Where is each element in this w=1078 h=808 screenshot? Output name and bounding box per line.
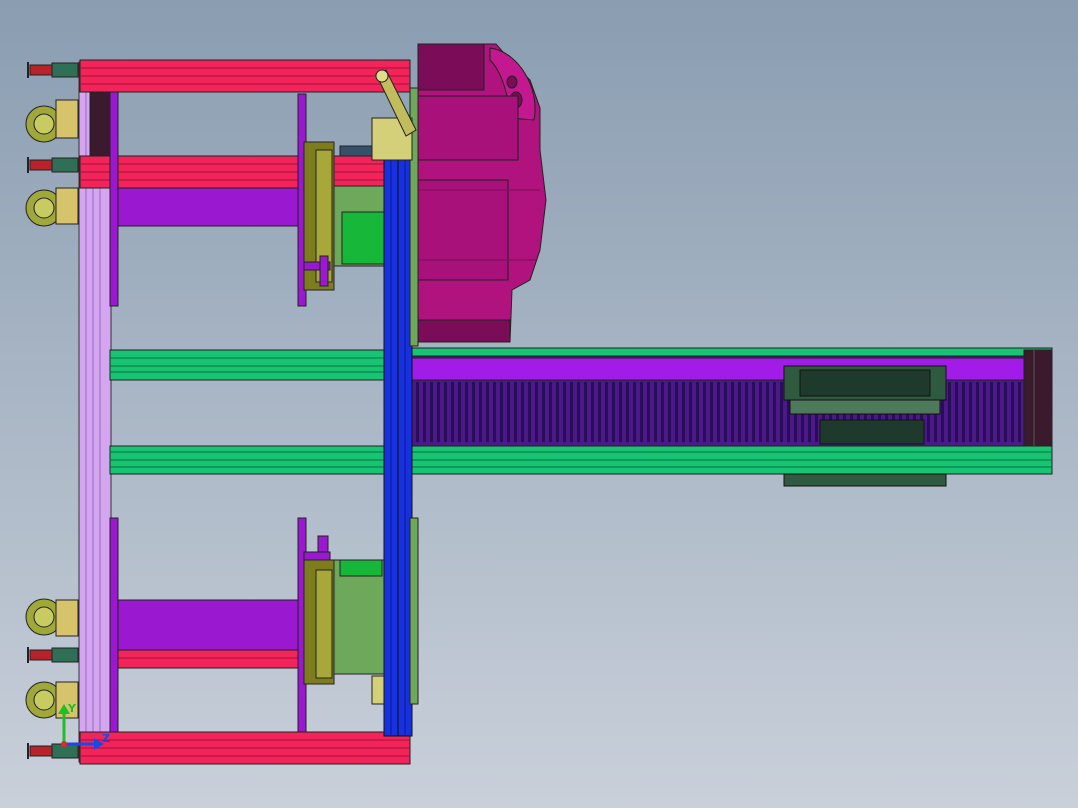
conveyor-slat <box>563 382 566 442</box>
conveyor-slat <box>696 382 699 442</box>
conveyor-slat <box>479 382 482 442</box>
violet-plate-lower <box>109 517 307 733</box>
conveyor-slat <box>430 382 433 442</box>
conveyor-slat <box>689 382 692 442</box>
conveyor-slat <box>626 382 629 442</box>
conveyor-slat <box>1011 382 1014 442</box>
conveyor-slat <box>990 382 993 442</box>
conveyor-slat <box>605 382 608 442</box>
conveyor-slat <box>983 382 986 442</box>
conveyor-slat <box>458 382 461 442</box>
green-rail-main <box>109 445 1053 475</box>
conveyor-slat <box>619 382 622 442</box>
conveyor-end-cap <box>1023 349 1053 447</box>
conveyor-slat <box>570 382 573 442</box>
conveyor-slat <box>598 382 601 442</box>
conveyor-slat <box>556 382 559 442</box>
flange-lower <box>303 535 335 685</box>
conveyor-slat <box>542 382 545 442</box>
conveyor-slat <box>997 382 1000 442</box>
conveyor-slat <box>675 382 678 442</box>
conveyor-slat <box>577 382 580 442</box>
conveyor-slat <box>969 382 972 442</box>
conveyor-slat <box>640 382 643 442</box>
flange-upper <box>303 141 335 291</box>
conveyor-slat <box>535 382 538 442</box>
leveling-foot-top-2 <box>27 157 79 173</box>
conveyor-slat <box>1004 382 1007 442</box>
conveyor-slat <box>731 382 734 442</box>
conveyor-slat <box>472 382 475 442</box>
leveling-foot-bottom-1 <box>27 647 79 663</box>
conveyor-slat <box>710 382 713 442</box>
conveyor-slat <box>752 382 755 442</box>
conveyor-slat <box>717 382 720 442</box>
violet-plate-upper <box>109 91 307 307</box>
conveyor-slat <box>976 382 979 442</box>
conveyor-slat <box>780 382 783 442</box>
conveyor-slat <box>1018 382 1021 442</box>
conveyor-slat <box>766 382 769 442</box>
caster-wheel-top-1 <box>25 99 79 143</box>
conveyor-slat <box>955 382 958 442</box>
conveyor-slat <box>962 382 965 442</box>
conveyor-slat <box>948 382 951 442</box>
axis-label-y: Y <box>67 702 77 715</box>
motor-lower <box>333 559 387 705</box>
conveyor-slat <box>633 382 636 442</box>
conveyor-slat <box>514 382 517 442</box>
caster-wheel-bottom-1 <box>25 598 79 637</box>
conveyor-slat <box>437 382 440 442</box>
caster-wheel-top-2 <box>25 187 79 227</box>
axis-label-z: Z <box>102 732 110 745</box>
conveyor-slat <box>647 382 650 442</box>
conveyor-slat <box>612 382 615 442</box>
cad-model-canvas[interactable]: Y Z <box>0 0 1078 808</box>
conveyor-slat <box>465 382 468 442</box>
red-rail-top-1 <box>79 59 411 93</box>
conveyor-slat <box>703 382 706 442</box>
conveyor-slat <box>416 382 419 442</box>
red-rail-bottom <box>79 731 411 765</box>
conveyor-slat <box>500 382 503 442</box>
conveyor-slat <box>423 382 426 442</box>
conveyor-slat <box>724 382 727 442</box>
conveyor-slat <box>444 382 447 442</box>
conveyor-slat <box>668 382 671 442</box>
cad-viewport[interactable]: Y Z <box>0 0 1078 808</box>
conveyor-slat <box>549 382 552 442</box>
conveyor-slat <box>661 382 664 442</box>
conveyor-slat <box>773 382 776 442</box>
conveyor-slat <box>493 382 496 442</box>
conveyor-slat <box>507 382 510 442</box>
conveyor-slat <box>654 382 657 442</box>
conveyor-slat <box>584 382 587 442</box>
robot-arm <box>417 43 547 343</box>
conveyor-slat <box>745 382 748 442</box>
conveyor-slat <box>528 382 531 442</box>
conveyor-slat <box>682 382 685 442</box>
blue-column-left <box>383 159 399 737</box>
green-rail-upper <box>109 349 387 381</box>
red-rail-top-2 <box>79 155 411 189</box>
conveyor-slat <box>521 382 524 442</box>
conveyor-slat <box>759 382 762 442</box>
red-rail-mid-bottom <box>115 647 307 669</box>
conveyor-slat <box>738 382 741 442</box>
leveling-foot-top-1 <box>27 62 79 78</box>
conveyor-slat <box>451 382 454 442</box>
conveyor-slat <box>486 382 489 442</box>
conveyor-slat <box>591 382 594 442</box>
